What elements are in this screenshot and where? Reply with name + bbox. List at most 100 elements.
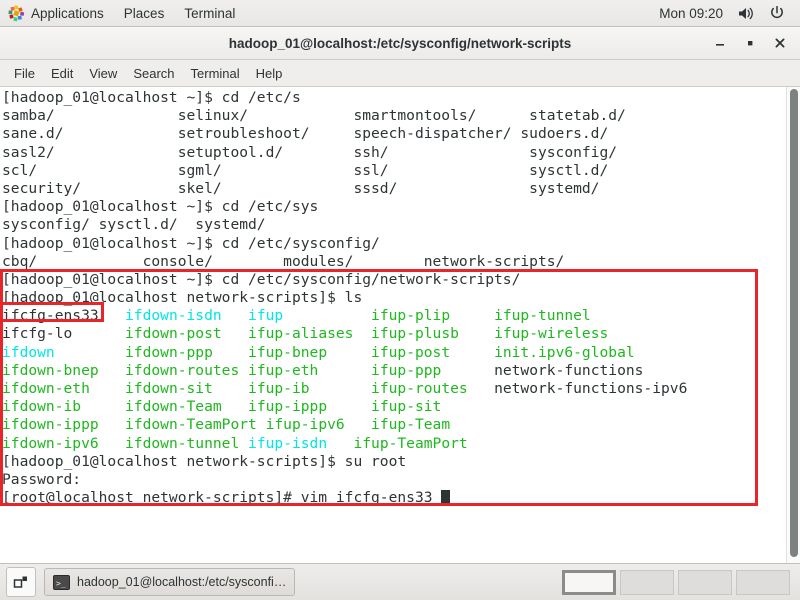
taskbar-window-label: hadoop_01@localhost:/etc/sysconfi… (77, 575, 287, 589)
terminal-segment: ifdown-bnep (2, 361, 126, 379)
close-icon[interactable] (766, 30, 794, 56)
terminal-segment: ifup-ippp (248, 398, 372, 416)
menu-file-label: File (14, 65, 35, 81)
terminal-segment: ifdown (2, 343, 126, 361)
terminal-segment: [hadoop_01@localhost ~]$ cd /etc/sys (2, 198, 319, 216)
terminal-segment: ifup-Team (371, 416, 451, 434)
terminal-segment: ifup-sit (371, 398, 442, 416)
menu-help[interactable]: Help (248, 62, 291, 85)
terminal-segment: ifup-wireless (494, 325, 609, 343)
terminal-segment: [hadoop_01@localhost ~]$ cd /etc/sysconf… (2, 270, 521, 288)
terminal-segment: ifdown-TeamPort (125, 416, 266, 434)
terminal-segment: network-functions-ipv6 (494, 380, 688, 397)
window-controls (706, 27, 794, 59)
terminal-segment: ifcfg-ens33 (2, 307, 126, 325)
terminal-segment: ifcfg-lo (2, 325, 126, 343)
workspace-3[interactable] (678, 569, 732, 595)
terminal-segment: ifdown-ippp (2, 416, 126, 434)
terminal-line: ifdown-ippp ifdown-TeamPort ifup-ipv6 if… (2, 416, 772, 434)
terminal-segment: [hadoop_01@localhost network-scripts]$ s… (2, 452, 407, 470)
terminal-segment: [hadoop_01@localhost ~]$ cd /etc/s (2, 89, 301, 106)
terminal-text: [hadoop_01@localhost ~]$ cd /etc/s samba/… (0, 89, 772, 507)
terminal-segment: ifup-aliases (248, 325, 372, 343)
clock[interactable]: Mon 09:20 (651, 3, 731, 24)
terminal-segment: samba/ selinux/ smartmontools/ statetab.… (2, 107, 626, 125)
terminal-scrollbar[interactable] (786, 87, 800, 563)
terminal-line: sysconfig/ sysctl.d/ systemd/ (2, 216, 772, 234)
window-title: hadoop_01@localhost:/etc/sysconfig/netwo… (228, 35, 572, 51)
terminal-segment: ifdown-isdn (125, 307, 249, 325)
panel-status-area: Mon 09:20 (651, 2, 800, 24)
terminal-line: ifdown-ib ifdown-Team ifup-ippp ifup-sit (2, 398, 772, 416)
terminal-line: [hadoop_01@localhost ~]$ cd /etc/sysconf… (2, 271, 772, 289)
applications-menu[interactable]: Applications (1, 2, 113, 25)
taskbar-window-button[interactable]: >_ hadoop_01@localhost:/etc/sysconfi… (44, 568, 296, 596)
terminal-line: ifcfg-lo ifdown-post ifup-aliases ifup-p… (2, 325, 772, 343)
window-titlebar[interactable]: hadoop_01@localhost:/etc/sysconfig/netwo… (0, 27, 800, 60)
show-desktop-icon[interactable] (6, 567, 36, 597)
terminal-segment: ifup-TeamPort (353, 434, 468, 452)
terminal-segment: init.ipv6-global (494, 343, 635, 361)
terminal-window: hadoop_01@localhost:/etc/sysconfig/netwo… (0, 27, 800, 563)
terminal-line: Password: (2, 471, 772, 489)
menu-view[interactable]: View (81, 62, 125, 85)
terminal-menu[interactable]: Terminal (175, 3, 244, 24)
menu-edit-label: Edit (50, 65, 74, 81)
terminal-segment: [root@localhost network-scripts]# vim if… (2, 489, 442, 507)
terminal-segment: ifup-post (371, 343, 495, 361)
terminal-line: security/ skel/ sssd/ systemd/ (2, 180, 772, 198)
menu-search[interactable]: Search (125, 62, 182, 85)
workspace-1[interactable] (562, 569, 616, 595)
applications-menu-label: Applications (31, 5, 104, 21)
workspace-4[interactable] (736, 569, 790, 595)
workspace-2[interactable] (620, 569, 674, 595)
terminal-line: [hadoop_01@localhost ~]$ cd /etc/sysconf… (2, 235, 772, 253)
places-menu-label: Places (123, 5, 165, 21)
menu-edit[interactable]: Edit (43, 62, 81, 85)
workspace-switcher (560, 568, 792, 597)
menu-terminal[interactable]: Terminal (183, 62, 248, 85)
terminal-segment: ifdown-ppp (125, 343, 249, 361)
maximize-icon[interactable] (736, 30, 764, 56)
menu-search-label: Search (133, 65, 175, 81)
terminal-segment: scl/ sgml/ ssl/ sysctl.d/ (2, 161, 609, 179)
terminal-segment: ifdown-tunnel (125, 434, 249, 452)
terminal-segment: ifup-plusb (371, 325, 495, 343)
terminal-segment: ifup-ib (248, 380, 372, 397)
terminal-cursor (441, 490, 451, 506)
power-icon[interactable] (762, 2, 792, 24)
terminal-output-area[interactable]: [hadoop_01@localhost ~]$ cd /etc/s samba/… (0, 87, 800, 563)
terminal-line: cbq/ console/ modules/ network-scripts/ (2, 253, 772, 271)
terminal-segment: ifup-routes (371, 380, 495, 397)
terminal-line: [hadoop_01@localhost ~]$ cd /etc/sys (2, 198, 772, 216)
terminal-segment: network-functions (494, 361, 644, 379)
terminal-line: ifdown-bnep ifdown-routes ifup-eth ifup-… (2, 362, 772, 380)
terminal-segment: ifup-ipv6 (265, 416, 372, 434)
volume-icon[interactable] (731, 3, 762, 24)
terminal-segment: ifdown-ipv6 (2, 434, 126, 452)
terminal-segment: ifup-isdn (248, 434, 354, 452)
minimize-icon[interactable] (706, 30, 734, 56)
terminal-segment: ifdown-post (125, 325, 249, 343)
terminal-line: [hadoop_01@localhost ~]$ cd /etc/s (2, 89, 772, 107)
menu-view-label: View (89, 65, 118, 81)
terminal-segment: ifdown-Team (125, 398, 249, 416)
terminal-line: sane.d/ setroubleshoot/ speech-dispatche… (2, 125, 772, 143)
terminal-segment: security/ skel/ sssd/ systemd/ (2, 179, 600, 197)
terminal-segment: sane.d/ setroubleshoot/ speech-dispatche… (2, 125, 609, 143)
terminal-line: ifdown-ipv6 ifdown-tunnel ifup-isdn ifup… (2, 435, 772, 453)
terminal-line: scl/ sgml/ ssl/ sysctl.d/ (2, 162, 772, 180)
terminal-segment: ifup-eth (248, 361, 372, 379)
terminal-segment: [hadoop_01@localhost ~]$ cd /etc/sysconf… (2, 234, 380, 252)
places-menu[interactable]: Places (115, 3, 174, 24)
terminal-segment: ifup (248, 307, 372, 325)
terminal-segment: Password: (2, 470, 82, 488)
terminal-segment: ifdown-routes (125, 361, 249, 379)
terminal-line: ifcfg-ens33 ifdown-isdn ifup ifup-plip i… (2, 307, 772, 325)
terminal-line: [hadoop_01@localhost network-scripts]$ l… (2, 289, 772, 307)
terminal-line: ifdown ifdown-ppp ifup-bnep ifup-post in… (2, 344, 772, 362)
terminal-line: samba/ selinux/ smartmontools/ statetab.… (2, 107, 772, 125)
terminal-scrollbar-thumb[interactable] (790, 89, 798, 557)
terminal-segment: ifup-plip (371, 307, 495, 325)
menu-file[interactable]: File (6, 62, 43, 85)
